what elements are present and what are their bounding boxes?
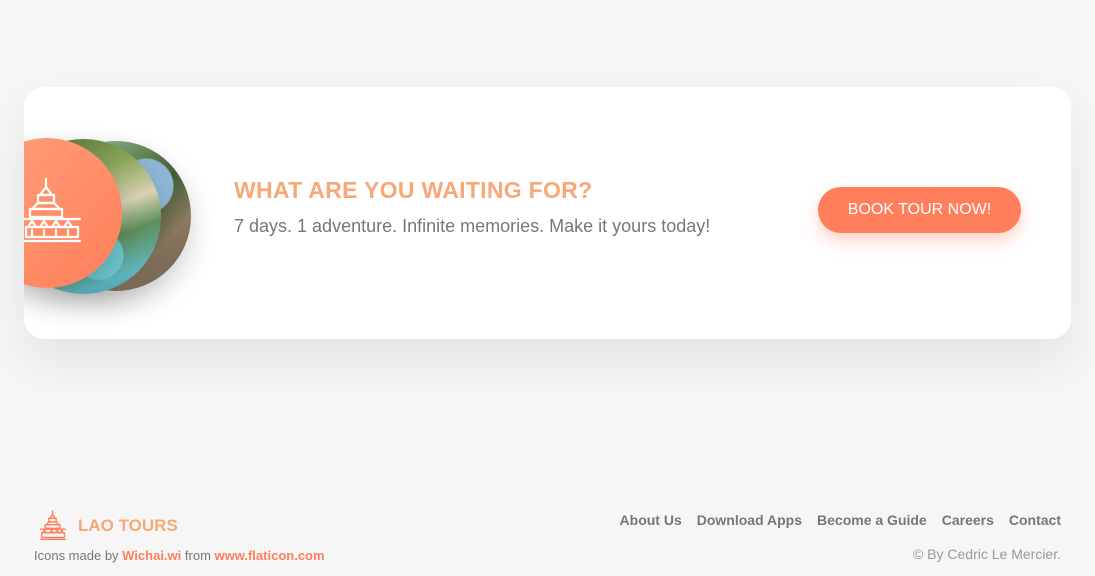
cta-subtitle: 7 days. 1 adventure. Infinite memories. … [234,216,711,236]
footer-nav: About Us Download Apps Become a Guide Ca… [620,512,1061,528]
cta-text-block: WHAT ARE YOU WAITING FOR? 7 days. 1 adve… [234,177,710,237]
icon-credit: Icons made by Wichai.wi from www.flatico… [34,548,325,563]
footer-link-contact[interactable]: Contact [1009,512,1061,528]
temple-icon [24,177,82,243]
logo-text: LAO TOURS [78,516,178,535]
book-tour-button[interactable]: BOOK TOUR NOW! [818,187,1021,233]
copyright: © By Cedric Le Mercier. [912,546,1061,562]
cta-title: WHAT ARE YOU WAITING FOR? [234,177,593,203]
credit-middle: from [181,548,215,563]
footer-brand: LAO TOURS Icons made by Wichai.wi from w… [34,510,325,563]
credit-site-link[interactable]: www.flaticon.com [215,548,325,563]
footer-link-careers[interactable]: Careers [942,512,994,528]
cta-card: WHAT ARE YOU WAITING FOR? 7 days. 1 adve… [24,87,1071,339]
footer-link-download-apps[interactable]: Download Apps [697,512,802,528]
logo[interactable]: LAO TOURS [34,510,325,542]
footer-link-about-us[interactable]: About Us [620,512,682,528]
page: WHAT ARE YOU WAITING FOR? 7 days. 1 adve… [0,0,1095,576]
footer-link-become-a-guide[interactable]: Become a Guide [817,512,927,528]
image-stack [24,87,224,339]
credit-author-link[interactable]: Wichai.wi [122,548,181,563]
temple-icon [39,510,67,540]
credit-prefix: Icons made by [34,548,123,563]
